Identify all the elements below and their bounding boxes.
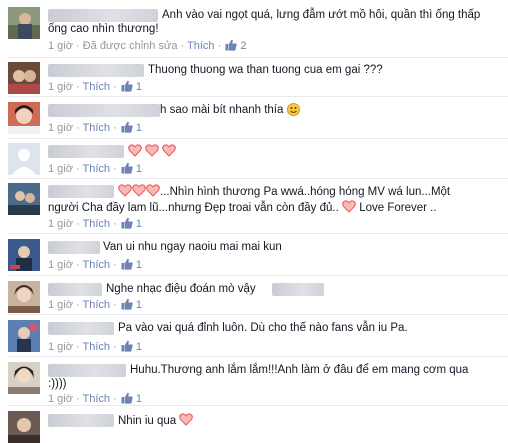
heart-emoticon xyxy=(128,144,142,157)
comment-divider xyxy=(8,138,508,139)
like-button[interactable]: Thích xyxy=(83,218,111,230)
commenter-name[interactable] xyxy=(48,145,124,158)
avatar-default-silhouette[interactable] xyxy=(8,143,40,175)
comment-text: Huhu.Thương anh lắm lắm!!!Anh làm ở đâu … xyxy=(130,364,469,376)
like-count[interactable]: 1 xyxy=(136,122,142,134)
like-button[interactable]: Thích xyxy=(187,40,215,52)
avatar[interactable] xyxy=(8,183,40,215)
commenter-name[interactable] xyxy=(48,9,158,22)
heart-emoticon xyxy=(118,184,132,197)
heart-emoticon xyxy=(162,144,177,157)
like-button[interactable]: Thích xyxy=(83,393,111,405)
comment-text: ...Nhìn hình thương Pa wwá..hóng hóng MV… xyxy=(118,184,450,199)
comment-time[interactable]: 1 giờ xyxy=(48,341,73,353)
comment-time[interactable]: 1 giờ xyxy=(48,163,73,175)
like-icon[interactable] xyxy=(121,162,133,174)
avatar[interactable] xyxy=(8,411,40,443)
comment-divider xyxy=(8,233,508,234)
like-count[interactable]: 1 xyxy=(136,299,142,311)
commenter-name[interactable] xyxy=(48,414,114,427)
like-icon[interactable] xyxy=(121,298,133,310)
heart-emoticon xyxy=(179,413,194,426)
commenter-name[interactable] xyxy=(48,185,114,198)
avatar[interactable] xyxy=(8,239,40,271)
like-count[interactable]: 2 xyxy=(240,40,246,52)
comment-time[interactable]: 1 giờ xyxy=(48,299,73,311)
like-button[interactable]: Thích xyxy=(83,299,111,311)
like-icon[interactable] xyxy=(121,392,133,404)
like-button[interactable]: Thích xyxy=(83,81,111,93)
comment-meta: 1 giờ · Thích · 1 xyxy=(48,340,143,353)
comment-text: Van ui nhu ngay naoiu mai mai kun xyxy=(103,241,282,253)
like-button[interactable]: Thích xyxy=(83,163,111,175)
like-icon[interactable] xyxy=(121,80,133,92)
commenter-name[interactable] xyxy=(48,364,126,377)
comment-text: Anh vào vai ngọt quá, lưng đẫm ướt mồ hô… xyxy=(162,9,481,21)
heart-emoticon xyxy=(132,184,146,197)
commenter-name[interactable] xyxy=(48,241,100,254)
comment-meta: 1 giờ · Thích · 1 xyxy=(48,80,143,93)
edited-label[interactable]: Đã được chỉnh sửa xyxy=(83,40,178,52)
like-count[interactable]: 1 xyxy=(136,393,142,405)
comment-meta: 1 giờ · Thích · 1 xyxy=(48,217,143,230)
like-button[interactable]: Thích xyxy=(83,259,111,271)
comment-meta: 1 giờ · Thích · 1 xyxy=(48,392,143,405)
commenter-name[interactable] xyxy=(48,104,160,117)
comment-divider xyxy=(8,57,508,58)
comment-text-line2: người Cha đầy lam lũ...nhưng Đẹp troai v… xyxy=(48,200,437,214)
comment-time[interactable]: 1 giờ xyxy=(48,218,73,230)
heart-emoticon xyxy=(146,184,160,197)
comment-meta: 1 giờ · Thích · 1 xyxy=(48,298,143,311)
like-icon[interactable] xyxy=(121,121,133,133)
comment-text: Pa vào vai quá đỉnh luôn. Dù cho thế nào… xyxy=(118,322,408,334)
avatar[interactable] xyxy=(8,62,40,94)
comment-text: Nhin iu qua xyxy=(118,413,194,428)
comment-text: Nghe nhạc điệu đoán mò vậy xyxy=(106,283,256,295)
like-count[interactable]: 1 xyxy=(136,218,142,230)
comment-text-line2: ống cao nhìn thương! xyxy=(48,23,159,35)
like-count[interactable]: 1 xyxy=(136,259,142,271)
comment-text: Thuong thuong wa than tuong cua em gai ?… xyxy=(148,64,383,76)
comment-meta: 1 giờ · Thích · 1 xyxy=(48,121,143,134)
comment-meta: 1 giờ · Đã được chỉnh sửa · Thích · 2 xyxy=(48,39,247,52)
comment-divider xyxy=(8,275,508,276)
smile-emoticon xyxy=(286,103,300,116)
avatar[interactable] xyxy=(8,7,40,39)
comment-time[interactable]: 1 giờ xyxy=(48,81,73,93)
commenter-name[interactable] xyxy=(48,283,102,296)
avatar[interactable] xyxy=(8,102,40,134)
avatar[interactable] xyxy=(8,281,40,313)
comment-divider xyxy=(8,178,508,179)
comment-divider xyxy=(8,356,508,357)
comment-divider xyxy=(8,96,508,97)
commenter-name[interactable] xyxy=(48,322,114,335)
like-button[interactable]: Thích xyxy=(83,341,111,353)
like-icon[interactable] xyxy=(121,217,133,229)
avatar[interactable] xyxy=(8,362,40,394)
comment-emoticons xyxy=(128,144,177,159)
comment-time[interactable]: 1 giờ xyxy=(48,40,73,52)
like-count[interactable]: 1 xyxy=(136,81,142,93)
tagged-name[interactable] xyxy=(272,283,324,296)
like-icon[interactable] xyxy=(121,340,133,352)
comment-text: h sao mài bít nhanh thía xyxy=(160,103,300,117)
like-icon[interactable] xyxy=(225,39,238,51)
commenter-name[interactable] xyxy=(48,64,144,77)
comment-time[interactable]: 1 giờ xyxy=(48,259,73,271)
avatar[interactable] xyxy=(8,320,40,352)
heart-emoticon xyxy=(145,144,159,157)
like-button[interactable]: Thích xyxy=(83,122,111,134)
heart-emoticon xyxy=(342,200,356,213)
comment-meta: 1 giờ · Thích · 1 xyxy=(48,162,143,175)
comment-time[interactable]: 1 giờ xyxy=(48,122,73,134)
comment-time[interactable]: 1 giờ xyxy=(48,393,73,405)
comment-divider xyxy=(8,314,508,315)
comment-text-line2: :)))) xyxy=(48,378,67,390)
like-count[interactable]: 1 xyxy=(136,341,142,353)
like-icon[interactable] xyxy=(121,258,133,270)
like-count[interactable]: 1 xyxy=(136,163,142,175)
comment-meta: 1 giờ · Thích · 1 xyxy=(48,258,143,271)
